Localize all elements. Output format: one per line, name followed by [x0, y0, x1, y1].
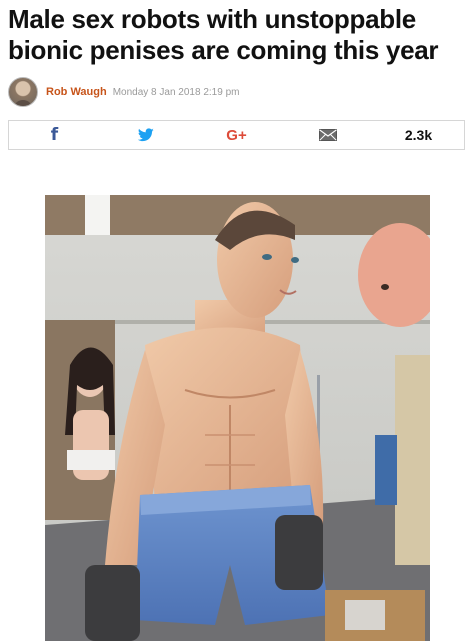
- email-icon: [318, 129, 337, 141]
- share-google-plus-button[interactable]: G+: [191, 121, 282, 149]
- author-name[interactable]: Rob Waugh: [46, 86, 107, 98]
- share-facebook-button[interactable]: f: [9, 121, 100, 149]
- male-robot-photo: [45, 195, 430, 641]
- share-email-button[interactable]: [282, 121, 373, 149]
- article-hero-image[interactable]: [45, 195, 430, 641]
- share-bar: f G+ 2.3k: [8, 120, 465, 150]
- author-avatar[interactable]: [8, 77, 38, 107]
- article-headline: Male sex robots with unstoppable bionic …: [8, 4, 439, 65]
- facebook-icon: f: [50, 125, 59, 145]
- twitter-icon: [137, 128, 154, 142]
- share-count: 2.3k: [373, 121, 464, 149]
- byline: Rob Waugh Monday 8 Jan 2018 2:19 pm: [8, 76, 239, 108]
- google-plus-icon: G+: [226, 126, 247, 144]
- share-count-value: 2.3k: [404, 127, 433, 143]
- publish-date: Monday 8 Jan 2018 2:19 pm: [112, 86, 240, 98]
- share-twitter-button[interactable]: [100, 121, 191, 149]
